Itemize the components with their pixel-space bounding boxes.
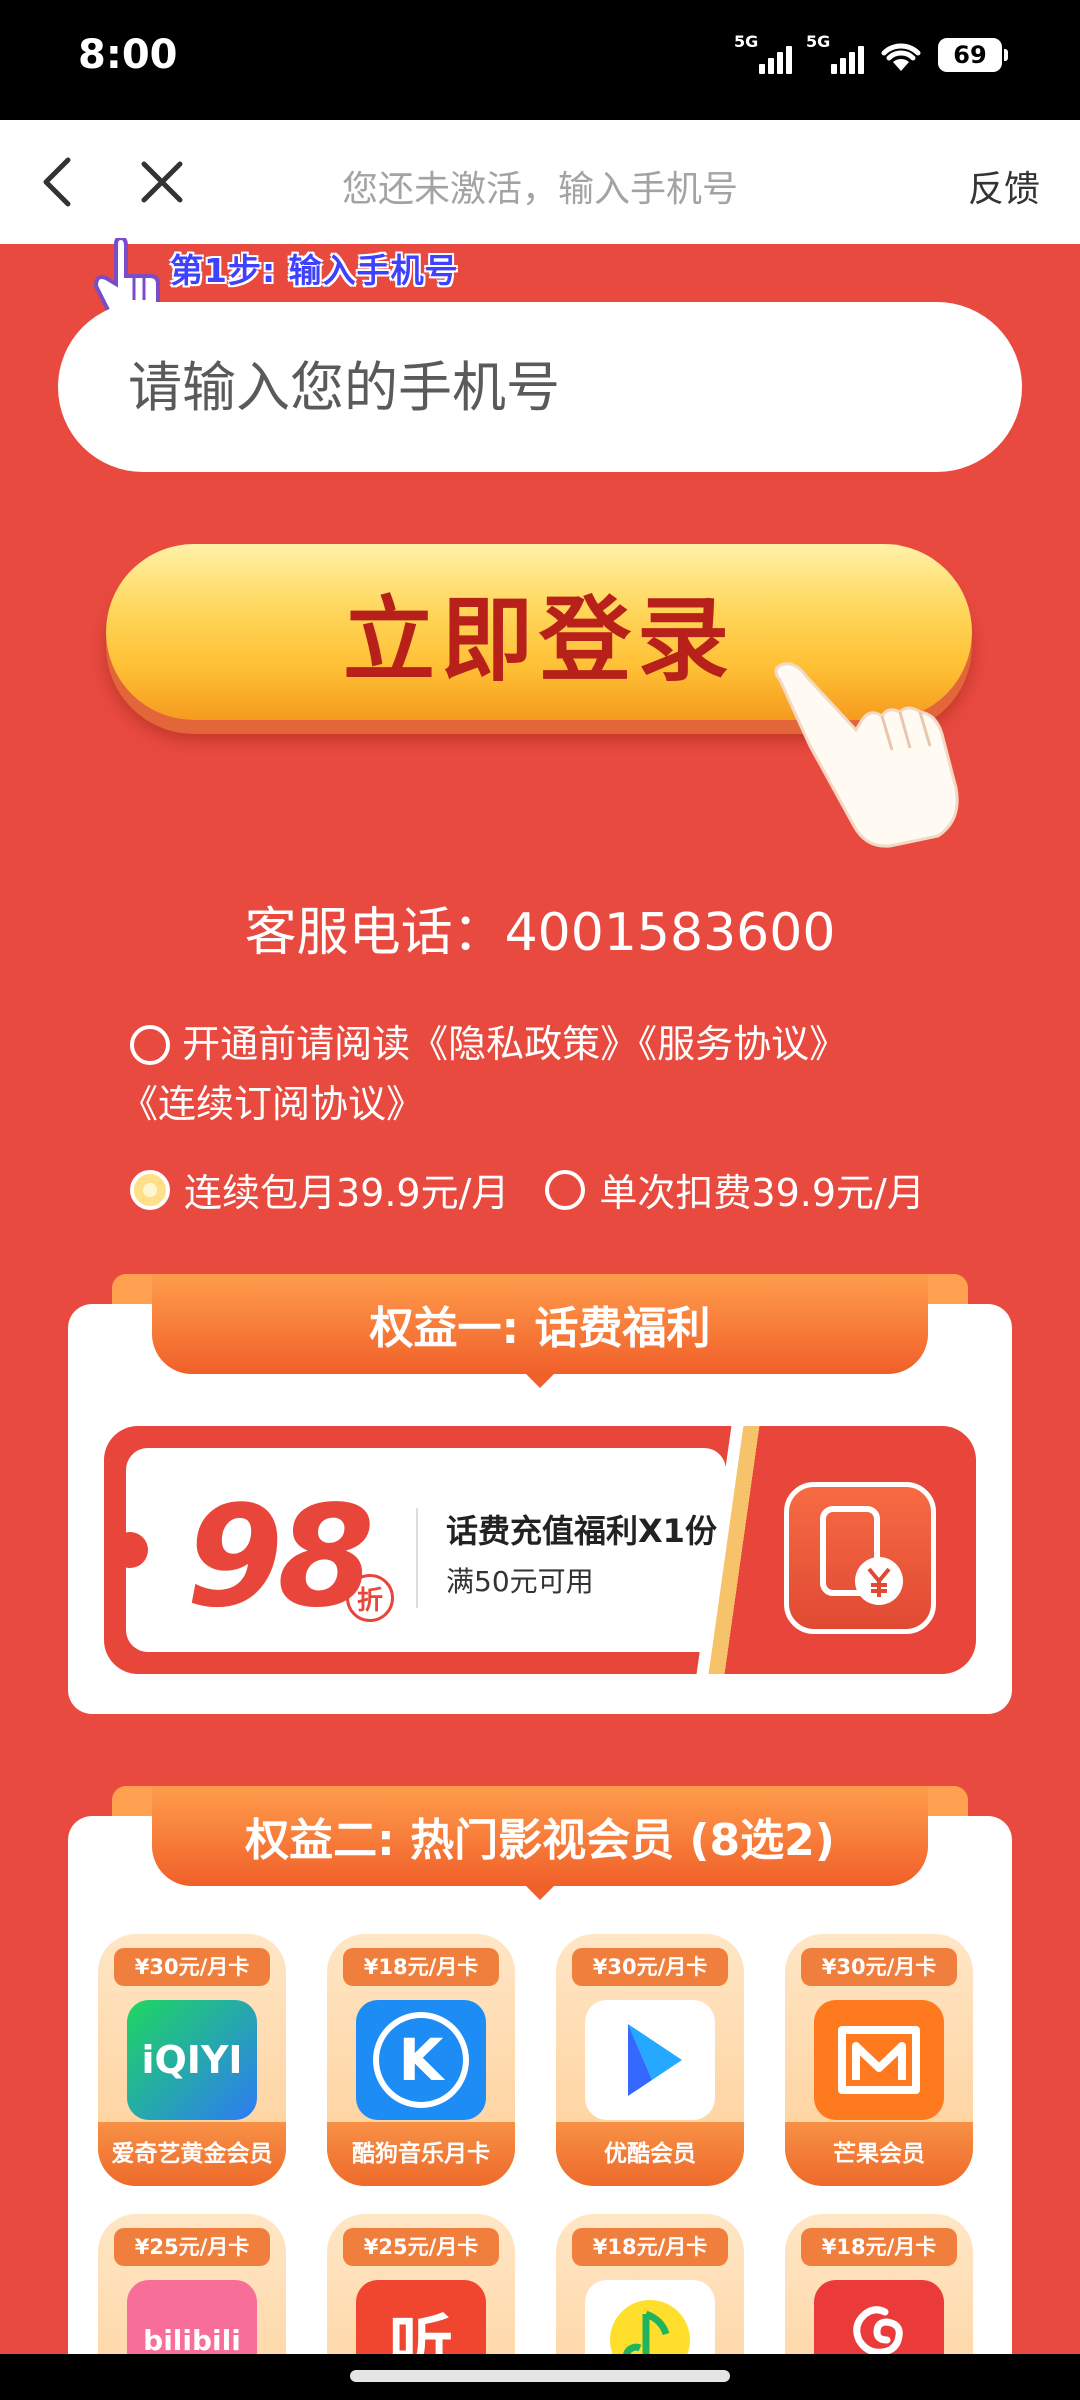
phone-yuan-icon	[784, 1482, 936, 1634]
plan-radio-selected[interactable]	[130, 1169, 170, 1210]
agreement-text[interactable]: 开通前请阅读《隐私政策》《服务协议》	[182, 1022, 847, 1066]
service-phone: 客服电话：4001583600	[244, 903, 836, 963]
step-label: 第1步: 输入手机号	[170, 251, 459, 290]
wifi-icon	[881, 43, 921, 71]
tap-hand-icon	[774, 662, 959, 848]
page-title: 您还未激活，输入手机号	[341, 169, 738, 210]
coupon-subtitle: 满50元可用	[446, 1565, 594, 1598]
plan-label: 连续包月39.9元/月	[184, 1171, 510, 1215]
login-button-label: 立即登录	[342, 589, 735, 692]
member-item-kugou[interactable]: ¥18元/月卡 K 酷狗音乐月卡	[327, 1934, 515, 2186]
agreement-text-2[interactable]: 《连续订阅协议》	[120, 1082, 424, 1126]
card-title: 权益一: 话费福利	[369, 1303, 711, 1354]
plan-option-monthly[interactable]: 连续包月39.9元/月	[130, 1162, 509, 1217]
signal-icon: 5G	[734, 32, 792, 76]
plan-label: 单次扣费39.9元/月	[599, 1171, 925, 1215]
discount-unit: 折	[346, 1574, 394, 1622]
signal-icon-2: 5G	[806, 32, 864, 76]
member-price: ¥30元/月卡	[114, 1948, 270, 1986]
member-price: ¥30元/月卡	[572, 1948, 728, 1986]
battery-icon: 69	[938, 38, 1008, 72]
status-time: 8:00	[78, 32, 178, 78]
member-price: ¥25元/月卡	[114, 2228, 270, 2266]
mango-logo-icon	[814, 2000, 944, 2120]
discount-value: 98	[186, 1476, 375, 1639]
nav-bar: 您还未激活，输入手机号 反馈	[0, 120, 1080, 244]
member-price: ¥30元/月卡	[801, 1948, 957, 1986]
phone-input[interactable]	[58, 302, 1022, 472]
iqiyi-logo-icon: iQIYI	[127, 2000, 257, 2120]
member-price: ¥18元/月卡	[343, 1948, 499, 1986]
plan-option-single[interactable]: 单次扣费39.9元/月	[545, 1162, 925, 1217]
member-grid: ¥30元/月卡 iQIYI 爱奇艺黄金会员 ¥18元/月卡 K 酷狗音乐月卡 ¥…	[98, 1934, 982, 2400]
home-indicator[interactable]	[350, 2370, 730, 2382]
member-name: 爱奇艺黄金会员	[111, 2141, 273, 2167]
agreement-row[interactable]: 开通前请阅读《隐私政策》《服务协议》 《连续订阅协议》	[120, 1014, 990, 1134]
kugou-logo-icon: K	[356, 2000, 486, 2120]
benefit-card-phone-bill: 权益一: 话费福利 98 折 话费充值福利X1份 满50元可用	[68, 1274, 1012, 1714]
feedback-button[interactable]: 反馈	[968, 160, 1040, 212]
status-icons: 5G 5G 69	[734, 32, 1008, 76]
member-item-mango[interactable]: ¥30元/月卡 芒果会员	[785, 1934, 973, 2186]
coupon-title: 话费充值福利X1份	[446, 1512, 717, 1550]
member-name: 芒果会员	[833, 2141, 925, 2167]
card-banner: 权益一: 话费福利	[112, 1274, 968, 1388]
card-banner: 权益二: 热门影视会员 (8选2)	[112, 1786, 968, 1900]
member-item-iqiyi[interactable]: ¥30元/月卡 iQIYI 爱奇艺黄金会员	[98, 1934, 286, 2186]
member-price: ¥18元/月卡	[572, 2228, 728, 2266]
member-item-youku[interactable]: ¥30元/月卡 优酷会员	[556, 1934, 744, 2186]
member-price: ¥18元/月卡	[801, 2228, 957, 2266]
plan-radio[interactable]	[545, 1169, 586, 1210]
youku-logo-icon	[585, 2000, 715, 2120]
benefit-card-members: 权益二: 热门影视会员 (8选2) ¥30元/月卡 iQIYI 爱奇艺黄金会员 …	[68, 1786, 1012, 2400]
plan-options: 连续包月39.9元/月 单次扣费39.9元/月	[130, 1162, 925, 1217]
status-bar: 8:00 5G 5G 69	[0, 0, 1080, 120]
member-price: ¥25元/月卡	[343, 2228, 499, 2266]
card-title: 权益二: 热门影视会员 (8选2)	[245, 1815, 835, 1866]
coupon[interactable]: 98 折 话费充值福利X1份 满50元可用	[104, 1426, 976, 1674]
member-name: 优酷会员	[604, 2141, 696, 2167]
member-name: 酷狗音乐月卡	[352, 2141, 490, 2167]
agreement-radio[interactable]	[130, 1025, 170, 1065]
